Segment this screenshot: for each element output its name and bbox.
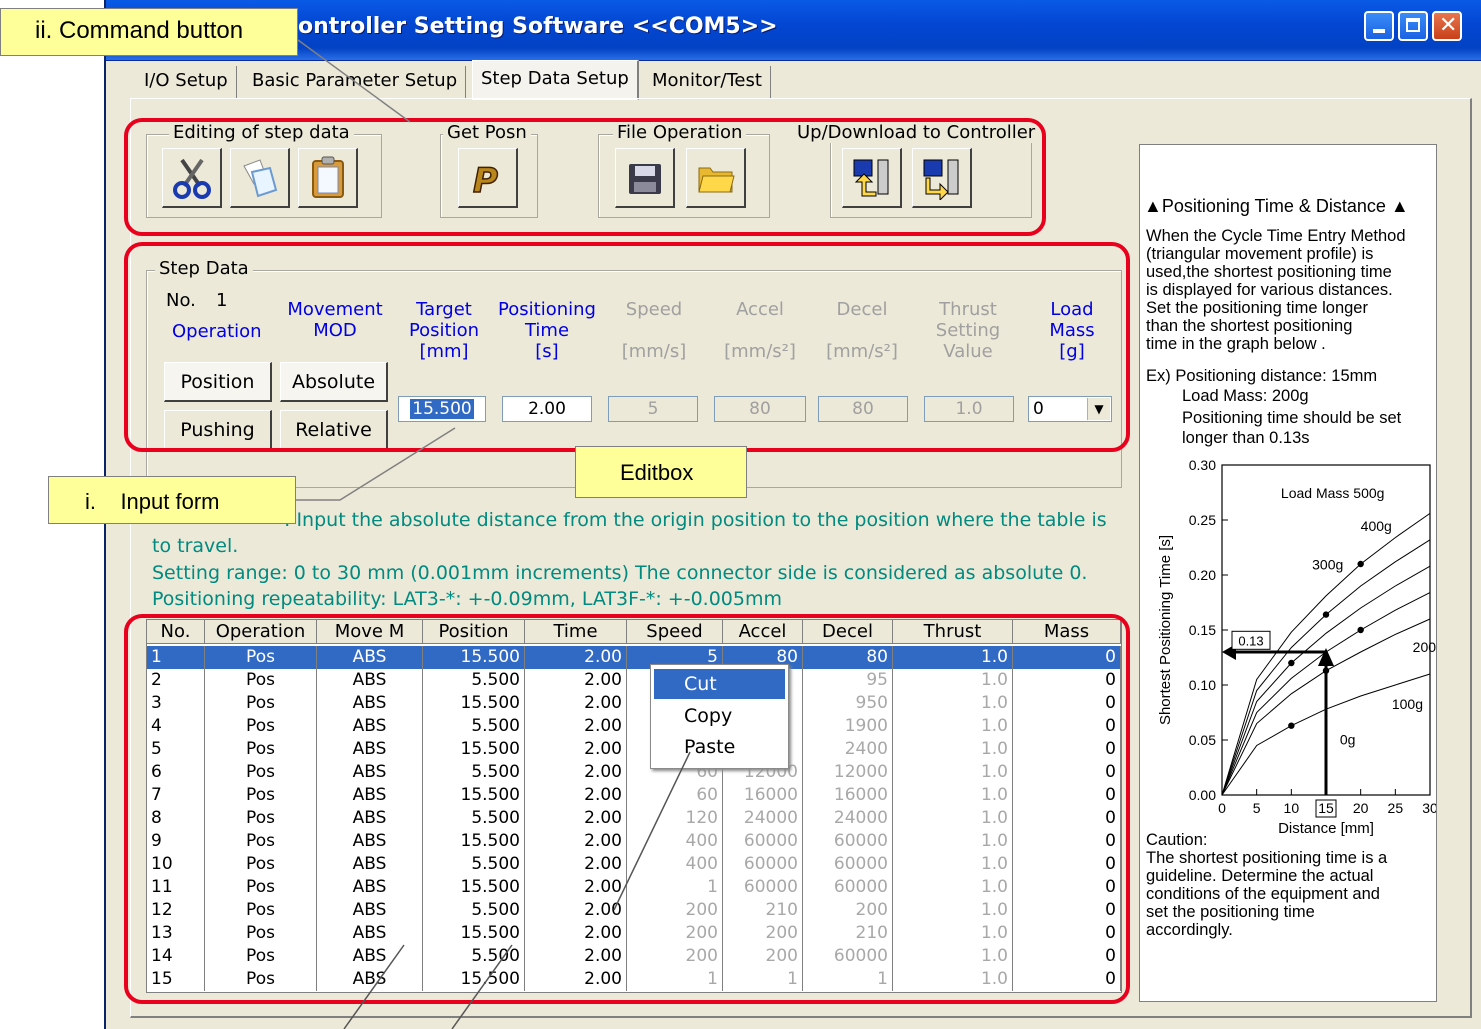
command-button-callout: ii. Command button bbox=[0, 8, 298, 56]
input-form-callout: i. Input form bbox=[48, 476, 296, 524]
editbox-callout: Editbox bbox=[575, 446, 747, 498]
